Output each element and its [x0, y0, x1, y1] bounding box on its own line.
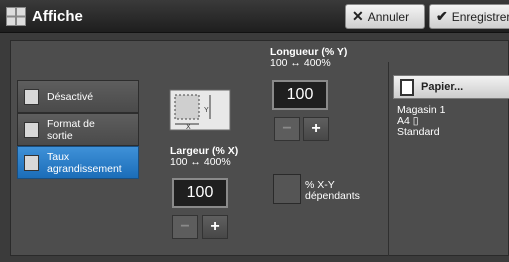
- width-range: 100 ↔ 400%: [170, 156, 231, 168]
- option-output-size-line2: sortie: [47, 130, 73, 142]
- option-enlarge-ratio[interactable]: Taux agrandissement: [17, 146, 139, 179]
- length-range: 100 ↔ 400%: [270, 57, 331, 69]
- width-value[interactable]: 100: [172, 178, 228, 208]
- svg-text:Y: Y: [204, 107, 209, 114]
- cancel-button[interactable]: ✕ Annuler: [345, 4, 425, 29]
- paper-icon: [400, 79, 414, 96]
- length-decrease-button[interactable]: −: [274, 117, 300, 141]
- option-enlarge-ratio-line1: Taux: [47, 151, 70, 163]
- save-label: Enregistrer: [451, 9, 509, 24]
- cancel-label: Annuler: [367, 9, 410, 24]
- header-bar: Affiche ✕ Annuler ✔ Enregistrer: [0, 0, 509, 33]
- width-label: Largeur (% X) 100 ↔ 400%: [170, 146, 238, 168]
- paper-type: Standard: [397, 126, 440, 138]
- enlarge-ratio-icon: [24, 155, 39, 171]
- paper-info: Magasin 1 A4 ▯ Standard: [397, 105, 445, 138]
- paper-button[interactable]: Papier...: [393, 75, 509, 99]
- option-off[interactable]: Désactivé: [17, 80, 139, 113]
- check-icon: ✔: [436, 8, 448, 24]
- width-increase-button[interactable]: +: [202, 215, 228, 239]
- page-title: Affiche: [32, 8, 83, 25]
- section-divider: [388, 62, 389, 256]
- length-increase-button[interactable]: +: [303, 117, 329, 141]
- poster-icon: [6, 7, 26, 26]
- off-icon: [24, 89, 39, 105]
- length-value[interactable]: 100: [272, 80, 328, 110]
- output-size-icon: [24, 122, 39, 138]
- xy-dependent-checkbox[interactable]: [273, 174, 301, 204]
- xy-dependent-line2: dépendants: [305, 190, 360, 202]
- length-label: Longueur (% Y) 100 ↔ 400%: [270, 47, 347, 69]
- close-icon: ✕: [352, 8, 364, 24]
- poster-scale-illustration-icon: Y X: [169, 89, 231, 131]
- option-output-size[interactable]: Format de sortie: [17, 113, 139, 146]
- svg-text:X: X: [186, 124, 191, 131]
- option-enlarge-ratio-line2: agrandissement: [47, 163, 122, 175]
- save-button[interactable]: ✔ Enregistrer: [429, 4, 509, 29]
- option-output-size-line1: Format de: [47, 118, 95, 130]
- width-decrease-button[interactable]: −: [172, 215, 198, 239]
- option-off-label: Désactivé: [47, 91, 94, 103]
- paper-button-label: Papier...: [421, 81, 464, 93]
- xy-dependent-label: % X-Y dépendants: [305, 180, 360, 202]
